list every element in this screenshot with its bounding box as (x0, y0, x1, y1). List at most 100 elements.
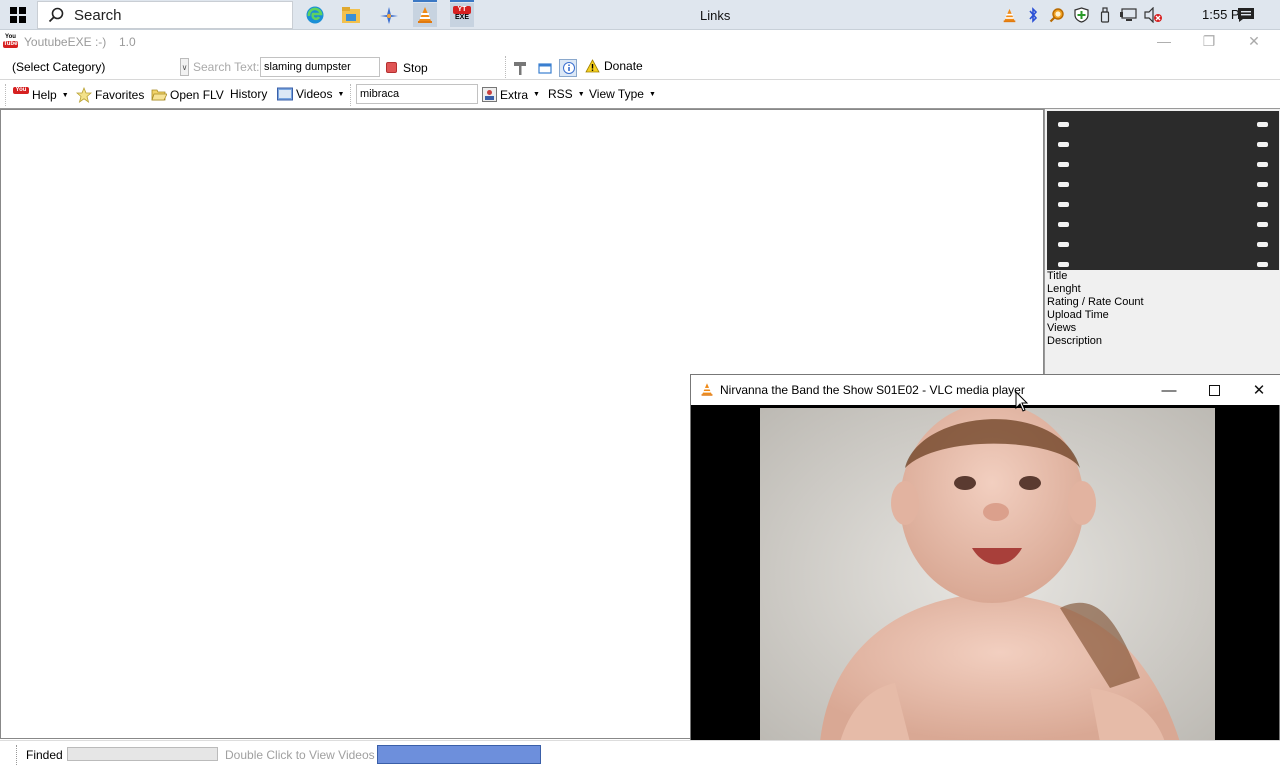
stop-button[interactable]: Stop (386, 59, 428, 76)
search-text-input[interactable] (260, 57, 380, 77)
usb-icon (1100, 7, 1110, 23)
caret-down-icon: ▼ (61, 91, 69, 99)
open-folder-icon (151, 89, 167, 101)
close-icon: ✕ (1252, 382, 1266, 399)
film-perforation (1257, 222, 1268, 227)
contact-card-icon (482, 87, 497, 102)
app-titlebar: You Tube YoutubeEXE :-) 1.0 (0, 31, 1280, 53)
film-perforation (1058, 222, 1069, 227)
view-type-menu[interactable]: View Type ▼ (589, 87, 656, 101)
vlc-window[interactable]: Nirvanna the Band the Show S01E02 - VLC … (690, 374, 1280, 746)
youtube-exe-icon-text: EXE (454, 14, 469, 21)
vlc-close-button[interactable]: ✕ (1236, 375, 1280, 405)
taskbar-app-youtube-exe[interactable]: YT EXE (450, 0, 474, 27)
videos-label: Videos (296, 87, 333, 101)
taskbar-app-feather[interactable] (377, 3, 401, 27)
status-progress-bar-2 (377, 745, 541, 764)
toolbar-separator (505, 56, 506, 78)
film-perforation (1058, 242, 1069, 247)
caret-down-icon: ▼ (648, 90, 656, 98)
tray-network[interactable] (1119, 5, 1139, 25)
vlc-icon (701, 383, 713, 396)
tray-volume[interactable] (1143, 5, 1163, 25)
film-perforation (1058, 262, 1069, 267)
vlc-tray-icon (1003, 8, 1015, 22)
video-thumbnail-placeholder (1047, 111, 1279, 270)
donate-label: Donate (604, 59, 643, 73)
film-icon (277, 87, 293, 101)
view-type-label: View Type (589, 87, 644, 101)
extra-menu[interactable]: Extra ▼ (482, 87, 540, 102)
minimize-button[interactable]: — (1144, 31, 1184, 51)
taskbar-search-label: Search (74, 6, 122, 24)
vlc-minimize-button[interactable]: — (1146, 375, 1192, 405)
vlc-titlebar[interactable]: Nirvanna the Band the Show S01E02 - VLC … (691, 375, 1280, 405)
file-explorer-icon (342, 7, 360, 23)
status-grip (16, 745, 17, 765)
vlc-window-title: Nirvanna the Band the Show S01E02 - VLC … (720, 383, 1025, 397)
tray-bluetooth[interactable] (1023, 5, 1043, 25)
bluetooth-icon (1029, 7, 1038, 23)
info-description: Description (1047, 335, 1103, 347)
tools-button[interactable] (510, 58, 530, 78)
warning-icon (585, 59, 600, 73)
film-perforation (1257, 162, 1268, 167)
vlc-maximize-button[interactable] (1191, 375, 1237, 405)
tray-magnifier[interactable] (1047, 5, 1067, 25)
open-flv-button[interactable]: Open FLV (151, 87, 224, 102)
action-center-button[interactable] (1236, 5, 1256, 25)
info-icon (559, 59, 577, 77)
category-select[interactable]: (Select Category) (7, 58, 189, 77)
toolbar-search: (Select Category) ∨ Search Text: Stop Do… (0, 54, 1280, 80)
favorites-button[interactable]: Favorites (76, 87, 144, 103)
taskbar-toolbar-title[interactable]: Links (700, 8, 730, 23)
search-magnifier-tray-icon (1049, 8, 1064, 23)
vlc-icon (418, 7, 432, 23)
toolbar-separator (350, 84, 351, 106)
taskbar-app-file-explorer[interactable] (339, 3, 363, 27)
rss-menu[interactable]: RSS ▼ (548, 87, 585, 101)
star-icon (76, 87, 92, 103)
info-title: Title (1047, 270, 1068, 282)
rss-label: RSS (548, 87, 573, 101)
restore-button[interactable]: ❐ (1189, 31, 1229, 51)
film-perforation (1058, 162, 1069, 167)
donate-button[interactable]: Donate (585, 59, 643, 73)
close-button[interactable]: ✕ (1234, 31, 1274, 51)
taskbar-search-box[interactable]: Search (37, 1, 293, 29)
stop-icon (386, 62, 397, 73)
film-perforation (1058, 142, 1069, 147)
videos-menu[interactable]: Videos ▼ (277, 87, 344, 101)
mouse-cursor-icon (1015, 391, 1029, 412)
minimize-icon: — (1157, 33, 1171, 49)
favorites-label: Favorites (95, 88, 145, 102)
category-dropdown-arrow[interactable]: ∨ (180, 58, 189, 76)
windows-logo-icon (10, 7, 26, 23)
taskbar-app-edge[interactable] (303, 3, 327, 27)
info-upload-time: Upload Time (1047, 309, 1109, 321)
start-button[interactable] (0, 0, 36, 30)
info-length: Lenght (1047, 283, 1081, 295)
film-perforation (1058, 182, 1069, 187)
about-button[interactable] (558, 58, 578, 78)
status-bar: Finded Double Click to View Videos (0, 740, 1280, 768)
window-button[interactable] (535, 58, 555, 78)
window-icon (538, 63, 552, 74)
tray-shield[interactable] (1071, 5, 1091, 25)
film-perforation (1257, 182, 1268, 187)
logo-top-text: You (5, 34, 16, 40)
film-perforation (1058, 122, 1069, 127)
tray-vlc[interactable] (999, 5, 1019, 25)
film-perforation (1257, 202, 1268, 207)
search-icon (48, 7, 64, 23)
toolbar-main: You Help ▼ Favorites Open FLV History Vid… (0, 81, 1280, 109)
tray-usb[interactable] (1095, 5, 1115, 25)
vlc-video-frame[interactable] (760, 408, 1215, 742)
status-text: Finded (26, 748, 63, 762)
query-input[interactable] (356, 84, 478, 104)
history-button[interactable]: History (230, 87, 267, 101)
taskbar: Search YT EXE Links 1:55 PM (0, 0, 1280, 30)
taskbar-app-vlc[interactable] (413, 0, 437, 27)
help-menu[interactable]: You Help ▼ (13, 87, 69, 103)
restore-icon: ❐ (1202, 32, 1216, 49)
